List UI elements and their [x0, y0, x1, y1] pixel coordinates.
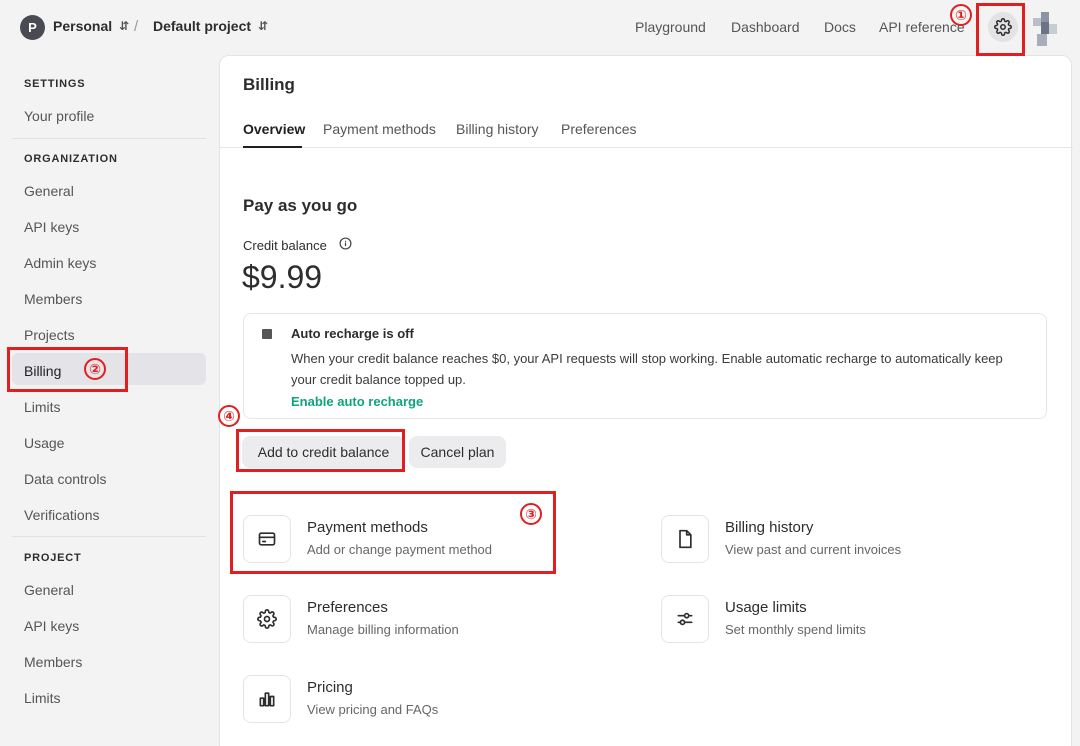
sidebar-item-project-limits[interactable]: Limits [24, 690, 61, 706]
annotation-box-4 [236, 429, 405, 472]
card-subtitle: Set monthly spend limits [725, 622, 866, 637]
annotation-number-1: ① [950, 4, 972, 26]
sidebar-item-data-controls[interactable]: Data controls [24, 471, 106, 487]
breadcrumb-separator: / [134, 18, 139, 35]
card-icon-box [243, 595, 291, 643]
section-title: Pay as you go [243, 196, 358, 215]
card-pricing[interactable]: Pricing View pricing and FAQs [243, 675, 623, 727]
sidebar-item-your-profile[interactable]: Your profile [24, 108, 94, 124]
notice-title: Auto recharge is off [291, 326, 414, 341]
tab-preferences[interactable]: Preferences [561, 121, 636, 137]
sidebar-item-project-members[interactable]: Members [24, 654, 82, 670]
sidebar-item-project-general[interactable]: General [24, 582, 74, 598]
card-icon-box [661, 515, 709, 563]
card-subtitle: Manage billing information [307, 622, 459, 637]
active-tab-indicator [243, 146, 302, 148]
sidebar-divider [12, 138, 206, 139]
card-subtitle: View past and current invoices [725, 542, 902, 557]
credit-balance-value: $9.99 [242, 259, 323, 295]
sidebar-divider [12, 536, 206, 537]
annotation-box-1 [976, 3, 1025, 56]
annotation-box-2 [7, 347, 128, 392]
annotation-number-2: ② [84, 358, 106, 380]
enable-auto-recharge-link[interactable]: Enable auto recharge [291, 394, 423, 409]
sidebar-item-usage[interactable]: Usage [24, 435, 64, 451]
cancel-plan-button[interactable]: Cancel plan [409, 436, 506, 468]
sidebar-item-admin-keys[interactable]: Admin keys [24, 255, 96, 271]
card-title: Pricing [307, 679, 353, 696]
sidebar-heading-organization: ORGANIZATION [24, 153, 118, 165]
notice-body: When your credit balance reaches $0, you… [291, 351, 1003, 387]
sliders-icon [677, 612, 693, 626]
nav-docs[interactable]: Docs [824, 19, 856, 35]
top-bar: P Personal ⇵ / Default project ⇵ Playgroun… [0, 0, 1080, 56]
status-square-icon [262, 329, 272, 339]
card-billing-history[interactable]: Billing history View past and current in… [661, 515, 1041, 567]
settings-sidebar: SETTINGS Your profile ORGANIZATION Gener… [0, 56, 218, 746]
auto-recharge-notice: Auto recharge is off When your credit ba… [243, 313, 1047, 419]
annotation-number-4: ④ [218, 405, 240, 427]
sidebar-item-members[interactable]: Members [24, 291, 82, 307]
tab-overview[interactable]: Overview [243, 121, 305, 137]
tab-bar: Billing Overview Payment methods Billing… [220, 56, 1073, 148]
sidebar-item-projects[interactable]: Projects [24, 327, 75, 343]
sidebar-item-api-keys[interactable]: API keys [24, 219, 79, 235]
gear-icon [257, 609, 277, 629]
card-icon-box [243, 675, 291, 723]
org-name: Personal [53, 18, 113, 34]
chevron-updown-icon: ⇵ [119, 19, 130, 33]
bar-chart-icon [259, 692, 275, 707]
sidebar-item-verifications[interactable]: Verifications [24, 507, 99, 523]
tab-billing-history[interactable]: Billing history [456, 121, 538, 137]
sidebar-item-limits[interactable]: Limits [24, 399, 61, 415]
sidebar-heading-project: PROJECT [24, 552, 82, 564]
project-name: Default project [153, 18, 252, 34]
card-subtitle: View pricing and FAQs [307, 702, 439, 717]
info-icon[interactable] [339, 237, 352, 250]
card-icon-box [661, 595, 709, 643]
credit-balance-label: Credit balance [243, 238, 327, 253]
card-preferences[interactable]: Preferences Manage billing information [243, 595, 623, 647]
chevron-updown-icon: ⇵ [258, 19, 269, 33]
nav-playground[interactable]: Playground [635, 19, 706, 35]
tab-payment-methods[interactable]: Payment methods [323, 121, 436, 137]
nav-dashboard[interactable]: Dashboard [731, 19, 800, 35]
card-title: Billing history [725, 519, 814, 536]
card-title: Usage limits [725, 599, 807, 616]
sidebar-item-general[interactable]: General [24, 183, 74, 199]
billing-panel: Billing Overview Payment methods Billing… [219, 55, 1073, 746]
document-icon [679, 529, 692, 549]
project-switcher[interactable]: Default project ⇵ [153, 18, 268, 34]
annotation-box-3 [230, 491, 556, 574]
page-title: Billing [243, 75, 295, 94]
sidebar-heading-settings: SETTINGS [24, 78, 86, 90]
card-title: Preferences [307, 599, 388, 616]
org-switcher[interactable]: Personal ⇵ [53, 18, 129, 34]
card-usage-limits[interactable]: Usage limits Set monthly spend limits [661, 595, 1041, 647]
sidebar-item-project-api-keys[interactable]: API keys [24, 618, 79, 634]
org-avatar[interactable]: P [20, 15, 45, 40]
annotation-number-3: ③ [520, 503, 542, 525]
user-avatar[interactable] [1033, 12, 1057, 48]
